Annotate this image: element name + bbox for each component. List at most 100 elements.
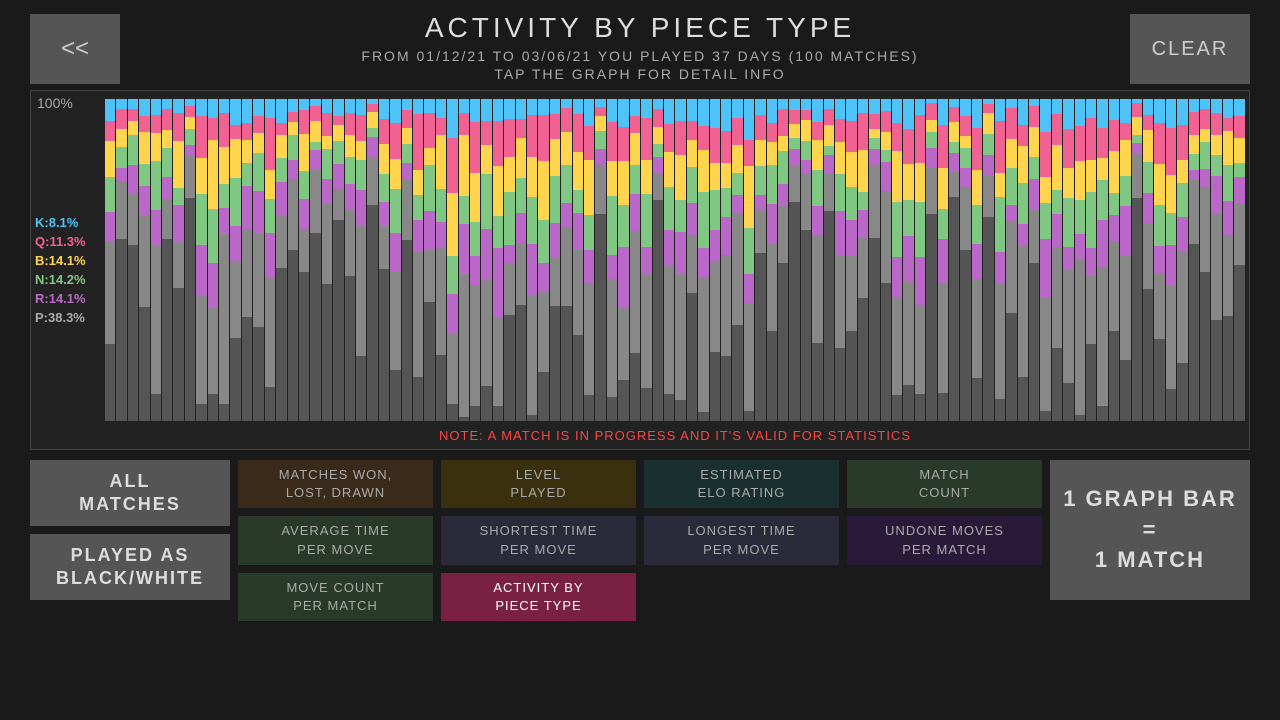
table-row[interactable]: [310, 99, 320, 421]
table-row[interactable]: [151, 99, 161, 421]
table-row[interactable]: [1120, 99, 1130, 421]
move-count-button[interactable]: MOVE COUNTPER MATCH: [238, 573, 433, 621]
table-row[interactable]: [196, 99, 206, 421]
table-row[interactable]: [641, 99, 651, 421]
played-as-button[interactable]: PLAYED ASBLACK/WHITE: [30, 534, 230, 600]
table-row[interactable]: [835, 99, 845, 421]
table-row[interactable]: [664, 99, 674, 421]
table-row[interactable]: [345, 99, 355, 421]
table-row[interactable]: [1075, 99, 1085, 421]
table-row[interactable]: [1006, 99, 1016, 421]
table-row[interactable]: [288, 99, 298, 421]
table-row[interactable]: [253, 99, 263, 421]
table-row[interactable]: [470, 99, 480, 421]
table-row[interactable]: [481, 99, 491, 421]
table-row[interactable]: [744, 99, 754, 421]
table-row[interactable]: [653, 99, 663, 421]
table-row[interactable]: [219, 99, 229, 421]
table-row[interactable]: [1234, 99, 1244, 421]
table-row[interactable]: [390, 99, 400, 421]
table-row[interactable]: [1177, 99, 1187, 421]
table-row[interactable]: [1086, 99, 1096, 421]
table-row[interactable]: [972, 99, 982, 421]
table-row[interactable]: [1097, 99, 1107, 421]
table-row[interactable]: [755, 99, 765, 421]
table-row[interactable]: [846, 99, 856, 421]
table-row[interactable]: [185, 99, 195, 421]
level-played-button[interactable]: LEVELPLAYED: [441, 460, 636, 508]
table-row[interactable]: [413, 99, 423, 421]
table-row[interactable]: [801, 99, 811, 421]
shortest-time-button[interactable]: SHORTEST TIMEPER MOVE: [441, 516, 636, 564]
table-row[interactable]: [538, 99, 548, 421]
table-row[interactable]: [960, 99, 970, 421]
table-row[interactable]: [824, 99, 834, 421]
average-time-per-move-button[interactable]: AVERAGE TIMEPER MOVE: [238, 516, 433, 564]
table-row[interactable]: [242, 99, 252, 421]
back-button[interactable]: <<: [30, 14, 120, 84]
table-row[interactable]: [938, 99, 948, 421]
all-matches-button[interactable]: ALLMATCHES: [30, 460, 230, 526]
table-row[interactable]: [1166, 99, 1176, 421]
table-row[interactable]: [550, 99, 560, 421]
table-row[interactable]: [299, 99, 309, 421]
table-row[interactable]: [698, 99, 708, 421]
table-row[interactable]: [322, 99, 332, 421]
clear-button[interactable]: CLEAR: [1130, 14, 1250, 84]
table-row[interactable]: [1109, 99, 1119, 421]
table-row[interactable]: [812, 99, 822, 421]
table-row[interactable]: [1154, 99, 1164, 421]
table-row[interactable]: [1029, 99, 1039, 421]
table-row[interactable]: [721, 99, 731, 421]
table-row[interactable]: [265, 99, 275, 421]
table-row[interactable]: [1200, 99, 1210, 421]
table-row[interactable]: [276, 99, 286, 421]
table-row[interactable]: [116, 99, 126, 421]
table-row[interactable]: [1052, 99, 1062, 421]
table-row[interactable]: [687, 99, 697, 421]
table-row[interactable]: [630, 99, 640, 421]
table-row[interactable]: [493, 99, 503, 421]
table-row[interactable]: [926, 99, 936, 421]
table-row[interactable]: [424, 99, 434, 421]
table-row[interactable]: [402, 99, 412, 421]
chart-bars[interactable]: [101, 91, 1249, 421]
table-row[interactable]: [778, 99, 788, 421]
table-row[interactable]: [573, 99, 583, 421]
table-row[interactable]: [1132, 99, 1142, 421]
table-row[interactable]: [504, 99, 514, 421]
table-row[interactable]: [527, 99, 537, 421]
table-row[interactable]: [789, 99, 799, 421]
table-row[interactable]: [881, 99, 891, 421]
table-row[interactable]: [732, 99, 742, 421]
table-row[interactable]: [1223, 99, 1233, 421]
table-row[interactable]: [584, 99, 594, 421]
activity-piece-type-button[interactable]: ACTIVITY BYPIECE TYPE: [441, 573, 636, 621]
table-row[interactable]: [892, 99, 902, 421]
table-row[interactable]: [516, 99, 526, 421]
table-row[interactable]: [710, 99, 720, 421]
table-row[interactable]: [162, 99, 172, 421]
matches-won-lost-drawn-button[interactable]: MATCHES WON,LOST, DRAWN: [238, 460, 433, 508]
table-row[interactable]: [595, 99, 605, 421]
table-row[interactable]: [173, 99, 183, 421]
table-row[interactable]: [561, 99, 571, 421]
table-row[interactable]: [1189, 99, 1199, 421]
table-row[interactable]: [447, 99, 457, 421]
table-row[interactable]: [230, 99, 240, 421]
table-row[interactable]: [436, 99, 446, 421]
table-row[interactable]: [1040, 99, 1050, 421]
chart-area[interactable]: 100% K:8.1%Q:11.3%B:14.1%N:14.2%R:14.1%P…: [30, 90, 1250, 450]
table-row[interactable]: [1143, 99, 1153, 421]
table-row[interactable]: [675, 99, 685, 421]
table-row[interactable]: [915, 99, 925, 421]
table-row[interactable]: [903, 99, 913, 421]
table-row[interactable]: [459, 99, 469, 421]
table-row[interactable]: [1018, 99, 1028, 421]
table-row[interactable]: [869, 99, 879, 421]
table-row[interactable]: [379, 99, 389, 421]
table-row[interactable]: [618, 99, 628, 421]
table-row[interactable]: [367, 99, 377, 421]
table-row[interactable]: [139, 99, 149, 421]
table-row[interactable]: [1063, 99, 1073, 421]
